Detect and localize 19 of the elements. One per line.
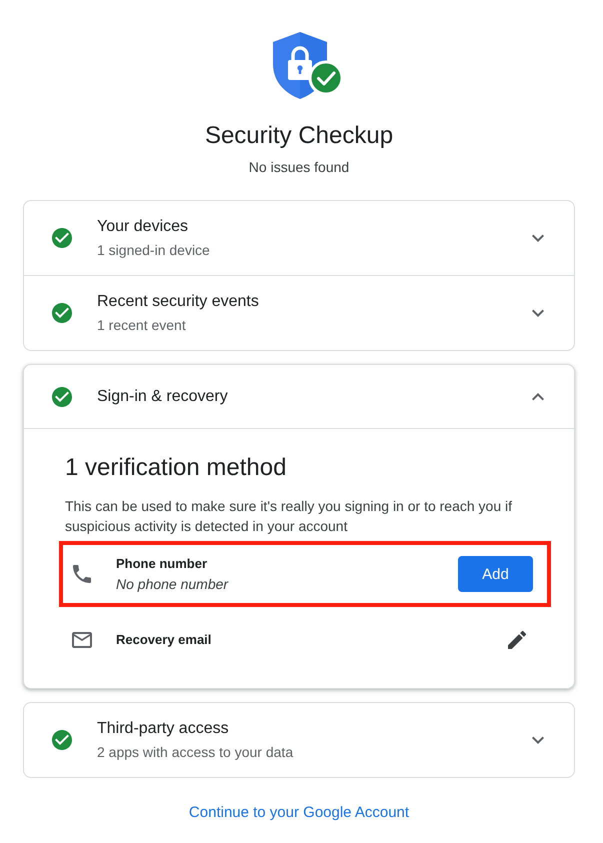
section-title: Recent security events xyxy=(97,292,260,312)
pencil-icon[interactable] xyxy=(505,628,529,652)
phone-icon xyxy=(70,562,94,586)
verification-description: This can be used to make sure it's really you signing in or to reach you if suspicious activity is detected in your account xyxy=(65,497,514,536)
page-title: Security Checkup xyxy=(204,121,394,151)
continue-link[interactable]: Continue to your Google Account xyxy=(188,803,410,823)
section-subtitle: 2 apps with access to your data xyxy=(97,742,294,762)
method-value: No phone number xyxy=(116,575,230,594)
verification-heading: 1 verification method xyxy=(65,453,288,483)
method-title: Phone number xyxy=(116,555,208,573)
page-subtitle: No issues found xyxy=(248,158,350,177)
section-subtitle: 1 signed-in device xyxy=(97,240,211,260)
method-title: Recovery email xyxy=(116,631,212,649)
add-button[interactable]: Add xyxy=(458,556,533,592)
section-title: Your devices xyxy=(97,216,190,236)
section-title: Third-party access xyxy=(97,718,230,738)
section-title: Sign-in & recovery xyxy=(97,386,229,406)
section-subtitle: 1 recent event xyxy=(97,316,187,334)
shield-lock-logo xyxy=(272,31,344,101)
